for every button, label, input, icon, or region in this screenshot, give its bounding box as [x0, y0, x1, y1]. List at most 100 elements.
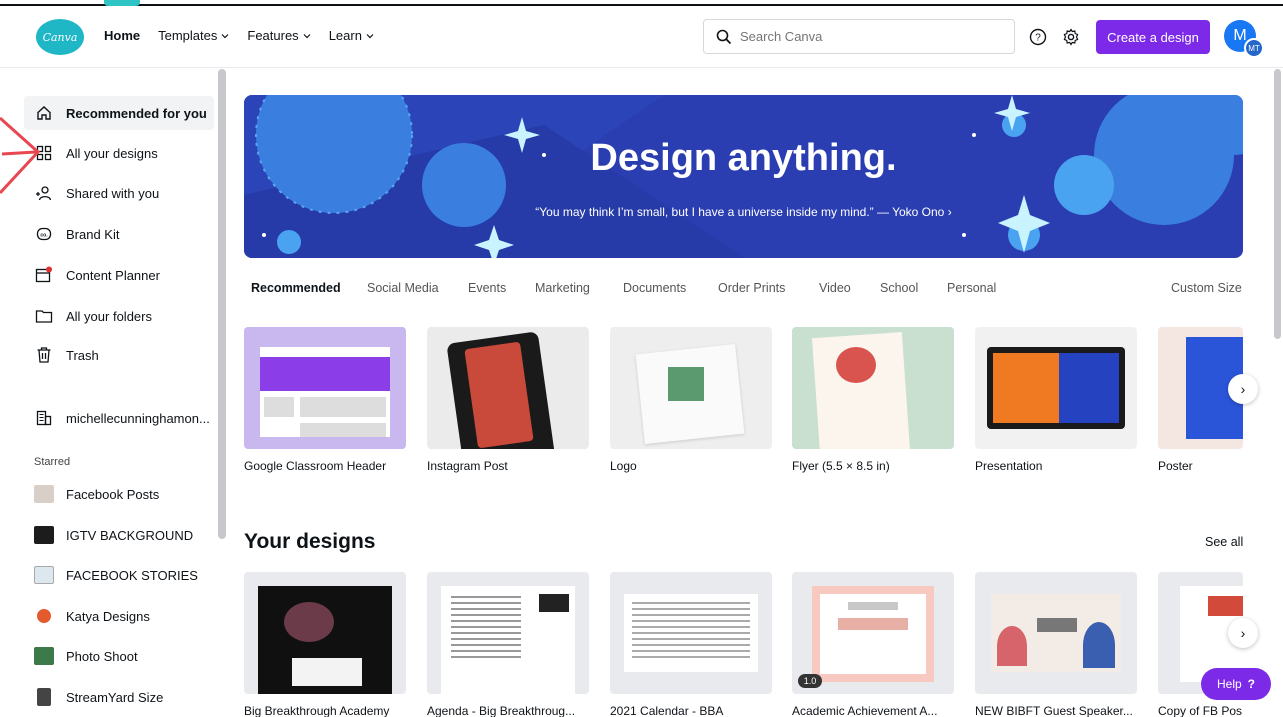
- see-all-link[interactable]: See all: [1205, 535, 1243, 549]
- folder-thumbnail: [37, 609, 51, 623]
- trash-icon: [34, 345, 54, 365]
- sidebar-item-label: Shared with you: [66, 185, 160, 201]
- search-bar[interactable]: [703, 19, 1015, 54]
- folder-thumbnail: [34, 647, 54, 665]
- category-tabs: Recommended Social Media Events Marketin…: [251, 281, 1242, 301]
- template-card[interactable]: Flyer (5.5 × 8.5 in): [792, 327, 954, 473]
- template-thumbnail: [610, 327, 772, 449]
- design-card[interactable]: NEW BIBFT Guest Speaker...: [975, 572, 1137, 717]
- sidebar-scrollbar[interactable]: [218, 69, 226, 539]
- hero-banner[interactable]: Design anything. “You may think I’m smal…: [244, 95, 1243, 258]
- chevron-down-icon: [366, 33, 374, 38]
- sidebar-item-team[interactable]: michellecunninghamon...: [24, 401, 214, 435]
- sidebar-item-trash[interactable]: Trash: [24, 338, 214, 372]
- design-card[interactable]: Big Breakthrough Academy: [244, 572, 406, 717]
- hero-title: Design anything.: [590, 137, 897, 179]
- main-scrollbar[interactable]: [1274, 69, 1281, 339]
- tab-social-media[interactable]: Social Media: [367, 281, 439, 295]
- avatar-badge: MT: [1244, 38, 1264, 58]
- chevron-down-icon: [303, 33, 311, 38]
- sidebar-item-label: michellecunninghamon...: [66, 410, 210, 426]
- template-card[interactable]: Presentation: [975, 327, 1137, 473]
- tab-custom-size[interactable]: Custom Size: [1171, 281, 1242, 295]
- logo-text: Canva: [42, 30, 78, 44]
- team-icon: [34, 408, 54, 428]
- design-card[interactable]: Academic Achievement A...: [792, 572, 954, 717]
- create-design-label: Create a design: [1107, 29, 1199, 45]
- brand-kit-icon: co.: [34, 224, 54, 244]
- chevron-down-icon: [221, 33, 229, 38]
- svg-text:?: ?: [1035, 33, 1041, 44]
- nav-home[interactable]: Home: [104, 28, 140, 43]
- starred-item[interactable]: Photo Shoot: [24, 639, 214, 673]
- gear-icon[interactable]: [1061, 27, 1081, 47]
- create-design-button[interactable]: Create a design: [1096, 20, 1210, 54]
- template-card[interactable]: Poster: [1158, 327, 1243, 473]
- nav-home-label: Home: [104, 28, 141, 43]
- design-thumbnail: [975, 572, 1137, 694]
- design-thumbnail: [610, 572, 772, 694]
- svg-text:co.: co.: [40, 233, 48, 239]
- tab-personal[interactable]: Personal: [947, 281, 996, 295]
- folder-thumbnail: [34, 566, 54, 584]
- help-circle-icon[interactable]: ?: [1028, 27, 1048, 47]
- template-card[interactable]: Instagram Post: [427, 327, 589, 473]
- question-mark-icon: ?: [1247, 677, 1256, 691]
- nav-learn[interactable]: Learn: [329, 28, 374, 43]
- template-thumbnail: [975, 327, 1137, 449]
- tab-video[interactable]: Video: [819, 281, 851, 295]
- sidebar-item-content-planner[interactable]: Content Planner: [24, 258, 214, 292]
- starred-item-label: Katya Designs: [66, 608, 150, 624]
- design-card[interactable]: Agenda - Big Breakthroug...: [427, 572, 589, 717]
- template-label: Presentation: [975, 459, 1043, 473]
- nav-templates[interactable]: Templates: [158, 28, 229, 43]
- designs-next-button[interactable]: ›: [1228, 618, 1258, 648]
- search-icon: [716, 29, 732, 44]
- hero-quote-link[interactable]: “You may think I’m small, but I have a u…: [244, 205, 1243, 219]
- starred-item[interactable]: FACEBOOK STORIES: [24, 558, 214, 592]
- design-thumbnail: [244, 572, 406, 694]
- sidebar-item-shared[interactable]: Shared with you: [24, 176, 214, 210]
- template-card[interactable]: Google Classroom Header: [244, 327, 406, 473]
- sidebar-item-label: Brand Kit: [66, 226, 120, 242]
- tab-recommended[interactable]: Recommended: [251, 281, 341, 295]
- calendar-icon: [34, 265, 54, 285]
- help-label: Help: [1216, 677, 1242, 691]
- folder-thumbnail: [37, 688, 51, 706]
- nav-features[interactable]: Features: [247, 28, 311, 43]
- annotation-arrow: [0, 116, 40, 195]
- tab-events[interactable]: Events: [468, 281, 506, 295]
- tab-documents[interactable]: Documents: [623, 281, 686, 295]
- top-nav: Home Templates Features Learn: [104, 28, 374, 43]
- design-label: NEW BIBFT Guest Speaker...: [975, 704, 1133, 717]
- sidebar-item-recommended[interactable]: Recommended for you: [24, 96, 214, 130]
- starred-item[interactable]: Katya Designs: [24, 599, 214, 633]
- sidebar-item-brand-kit[interactable]: co. Brand Kit: [24, 217, 214, 251]
- help-button[interactable]: Help ?: [1201, 668, 1271, 700]
- design-label: Academic Achievement A...: [792, 704, 938, 717]
- template-label: Logo: [610, 459, 637, 473]
- search-input[interactable]: [740, 29, 990, 44]
- templates-next-button[interactable]: ›: [1228, 374, 1258, 404]
- chevron-right-icon: ›: [1240, 381, 1246, 397]
- starred-item[interactable]: StreamYard Size: [24, 680, 214, 714]
- design-card[interactable]: 2021 Calendar - BBA: [610, 572, 772, 717]
- design-thumbnail: [427, 572, 589, 694]
- top-header: Canva Home Templates Features Learn ? Cr…: [0, 6, 1283, 68]
- starred-item[interactable]: IGTV BACKGROUND: [24, 518, 214, 552]
- sidebar-item-folders[interactable]: All your folders: [24, 299, 214, 333]
- chevron-right-icon: ›: [1240, 625, 1246, 641]
- starred-heading: Starred: [34, 456, 71, 468]
- design-label: 2021 Calendar - BBA: [610, 704, 724, 717]
- tab-marketing[interactable]: Marketing: [535, 281, 590, 295]
- sidebar-item-label: Content Planner: [66, 267, 160, 283]
- starred-item[interactable]: Facebook Posts: [24, 477, 214, 511]
- sidebar-item-all-designs[interactable]: All your designs: [24, 136, 214, 170]
- tab-school[interactable]: School: [880, 281, 918, 295]
- canva-logo[interactable]: Canva: [36, 19, 84, 55]
- template-card[interactable]: Logo: [610, 327, 772, 473]
- template-thumbnail: [792, 327, 954, 449]
- sidebar-item-label: Recommended for you: [66, 105, 207, 121]
- tab-order-prints[interactable]: Order Prints: [718, 281, 785, 295]
- folder-icon: [34, 306, 54, 326]
